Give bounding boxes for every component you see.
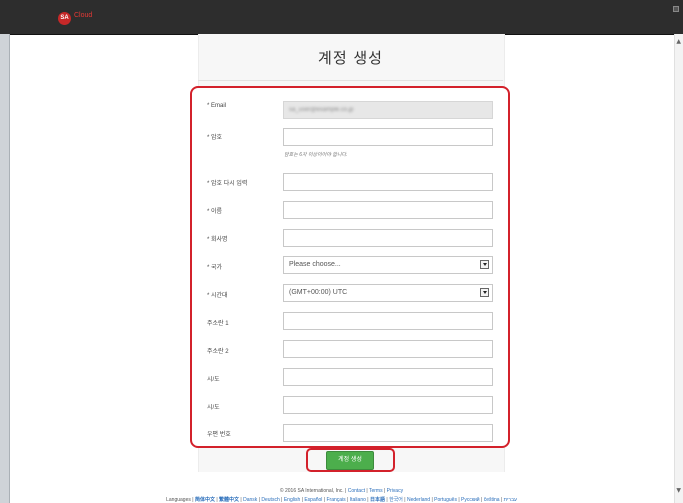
chevron-down-icon[interactable] (480, 260, 489, 269)
app-name[interactable]: Cloud (74, 12, 92, 19)
language-link[interactable]: 日本語 (369, 497, 387, 503)
language-list: 简体中文 | 繁體中文 | Dansk | Deutsch | English … (195, 497, 517, 503)
email-field: sa_user@example.co.jp (283, 101, 493, 119)
language-link[interactable]: English (282, 497, 301, 503)
country-select-value: Please choose... (289, 261, 341, 268)
language-link[interactable]: Русский (460, 497, 481, 503)
company-field[interactable] (283, 229, 493, 247)
language-link[interactable]: Español (303, 497, 324, 503)
window-corner-icon (673, 6, 679, 12)
language-link[interactable]: עברית (502, 497, 517, 503)
contact-link[interactable]: Contact (348, 488, 365, 494)
address2-field[interactable] (283, 340, 493, 358)
languages-label: Languages | (166, 497, 194, 503)
scroll-up-icon[interactable]: ▲ (676, 38, 681, 45)
password-field[interactable] (283, 128, 493, 146)
country-select[interactable]: Please choose... (283, 256, 493, 274)
address1-label: 주소란 1 (207, 321, 229, 327)
language-link[interactable]: 繁體中文 (218, 497, 241, 503)
address1-field[interactable] (283, 312, 493, 330)
name-field[interactable] (283, 201, 493, 219)
footer-languages: Languages | 简体中文 | 繁體中文 | Dansk | Deutsc… (0, 496, 683, 503)
language-link[interactable]: Français (325, 497, 347, 503)
left-panel-border (9, 34, 10, 503)
language-link[interactable]: 简体中文 (195, 497, 216, 503)
country-label: * 국가 (207, 265, 223, 271)
top-bar: SA Cloud (0, 0, 683, 35)
zip-label: 우편 번호 (207, 432, 231, 438)
language-link[interactable]: Português (433, 497, 459, 503)
city-field[interactable] (283, 368, 493, 386)
password-confirm-field[interactable] (283, 173, 493, 191)
city-label: 시/도 (207, 377, 220, 383)
address2-label: 주소란 2 (207, 349, 229, 355)
language-link[interactable]: Nederland (406, 497, 432, 503)
timezone-select[interactable]: (GMT+00:00) UTC (283, 284, 493, 302)
email-value: sa_user@example.co.jp (289, 107, 354, 113)
name-label: * 이름 (207, 209, 223, 215)
company-label: * 회사명 (207, 237, 228, 243)
zip-field[interactable] (283, 424, 493, 442)
left-panel (0, 34, 9, 503)
create-account-button[interactable]: 계정 생성 (326, 451, 374, 470)
chevron-down-icon[interactable] (480, 288, 489, 297)
password-hint: 암호는 6자 이상이어야 합니다. (284, 152, 348, 158)
vertical-scrollbar[interactable] (674, 34, 683, 503)
footer-copyright-line: © 2016 SA International, Inc. | Contact … (279, 488, 404, 494)
terms-link[interactable]: Terms (369, 488, 383, 494)
timezone-label: * 시간대 (207, 293, 228, 299)
state-label: 시/도 (207, 405, 220, 411)
language-link[interactable]: Italiano (348, 497, 367, 503)
password-confirm-label: * 암호 다시 입력 (207, 181, 248, 187)
title-divider (198, 80, 503, 81)
language-link[interactable]: Deutsch (260, 497, 281, 503)
language-link[interactable]: čeština (482, 497, 501, 503)
page-title: 계정 생성 (318, 49, 383, 67)
copyright-text: © 2016 SA International, Inc. | (279, 488, 347, 494)
privacy-link[interactable]: Privacy (387, 488, 403, 494)
password-label: * 암호 (207, 135, 223, 141)
sa-logo-icon[interactable]: SA (58, 12, 71, 25)
timezone-select-value: (GMT+00:00) UTC (289, 289, 348, 296)
language-link[interactable]: 한국어 (388, 497, 405, 503)
email-label: * Email (207, 103, 227, 109)
language-link[interactable]: Dansk (242, 497, 259, 503)
state-field[interactable] (283, 396, 493, 414)
